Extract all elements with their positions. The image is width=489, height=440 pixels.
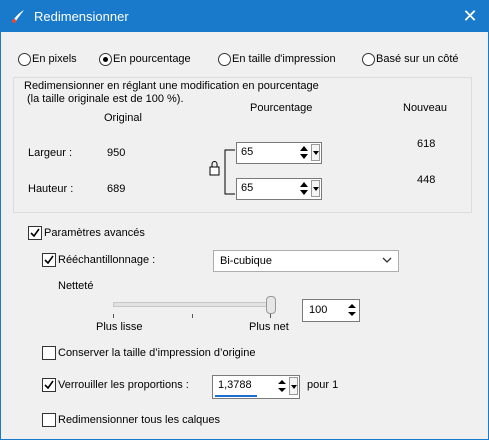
focus-underline [215,395,257,397]
width-percent-spin[interactable]: 65 [236,142,322,164]
app-icon [12,10,24,23]
sharpness-value-spin[interactable]: 100 [302,299,360,322]
ratio-spin[interactable]: 1,3788 [212,375,300,399]
window-title: Redimensionner [34,9,129,24]
lock-ratio-checkbox[interactable] [42,378,56,392]
advanced-settings-label[interactable]: Paramètres avancés [44,227,145,239]
slider-max-label: Plus net [249,321,289,333]
height-percent-value[interactable]: 65 [241,182,253,194]
ratio-suffix: pour 1 [307,379,339,391]
slider-tick [113,314,114,318]
radio-one-side-label[interactable]: Basé sur un côté [376,53,459,65]
advanced-settings-checkbox[interactable] [28,226,42,240]
radio-print-size-label[interactable]: En taille d'impression [232,53,336,65]
radio-pixels[interactable] [18,53,31,66]
checkmark-icon [44,380,54,390]
title-bar: Redimensionner ✕ [1,1,488,32]
col-original-header: Original [104,112,142,124]
radio-percentage[interactable] [99,53,112,66]
keep-print-size-checkbox[interactable] [42,346,56,360]
resample-label[interactable]: Rééchantillonnage : [58,254,155,266]
resample-checkbox[interactable] [42,253,56,267]
dropdown-arrow-icon[interactable] [311,144,320,161]
sharpness-label: Netteté [58,280,94,292]
sharpness-slider-track[interactable] [113,302,273,307]
group-description-line1: Redimensionner en réglant une modificati… [24,80,319,92]
chevron-down-icon[interactable] [382,256,392,264]
checkmark-icon [30,228,40,238]
resize-all-layers-label[interactable]: Redimensionner tous les calques [58,414,220,426]
radio-percentage-label[interactable]: En pourcentage [113,53,191,65]
width-percent-value[interactable]: 65 [241,146,253,158]
col-percent-header: Pourcentage [250,102,313,114]
resample-method-select[interactable]: Bi-cubique [213,250,399,272]
sharpness-slider-thumb[interactable] [266,296,276,314]
dropdown-arrow-icon[interactable] [289,377,298,395]
width-original-value: 950 [107,147,126,159]
resize-dialog: Redimensionner ✕ [0,0,489,440]
height-label: Hauteur : [28,183,74,195]
spin-arrows[interactable] [299,181,309,196]
height-original-value: 689 [107,183,126,195]
radio-one-side[interactable] [362,53,375,66]
dropdown-arrow-icon[interactable] [311,180,320,197]
keep-print-size-label[interactable]: Conserver la taille d’impression d’origi… [58,347,255,359]
ratio-value[interactable]: 1,3788 [218,379,252,391]
close-icon[interactable]: ✕ [452,1,488,32]
slider-min-label: Plus lisse [96,321,143,333]
group-description-line2: (la taille originale est de 100 %). [27,93,184,105]
col-new-header: Nouveau [403,102,448,114]
spin-arrows-icon[interactable] [278,379,286,393]
spin-arrows[interactable] [299,145,309,160]
resample-method-value[interactable]: Bi-cubique [220,255,272,267]
radio-print-size[interactable] [218,53,231,66]
spin-arrows-icon[interactable] [348,303,356,317]
radio-selected-dot [103,57,108,62]
width-new-value: 618 [417,138,436,150]
lock-ratio-label[interactable]: Verrouiller les proportions : [58,379,189,391]
resize-all-layers-checkbox[interactable] [42,413,56,427]
lock-icon[interactable] [207,146,237,198]
width-label: Largeur : [28,147,73,159]
slider-tick [192,314,193,318]
height-new-value: 448 [417,174,436,186]
checkmark-icon [44,255,54,265]
radio-pixels-label[interactable]: En pixels [32,53,77,65]
sharpness-value[interactable]: 100 [309,304,327,316]
height-percent-spin[interactable]: 65 [236,178,322,200]
slider-tick [270,314,271,318]
